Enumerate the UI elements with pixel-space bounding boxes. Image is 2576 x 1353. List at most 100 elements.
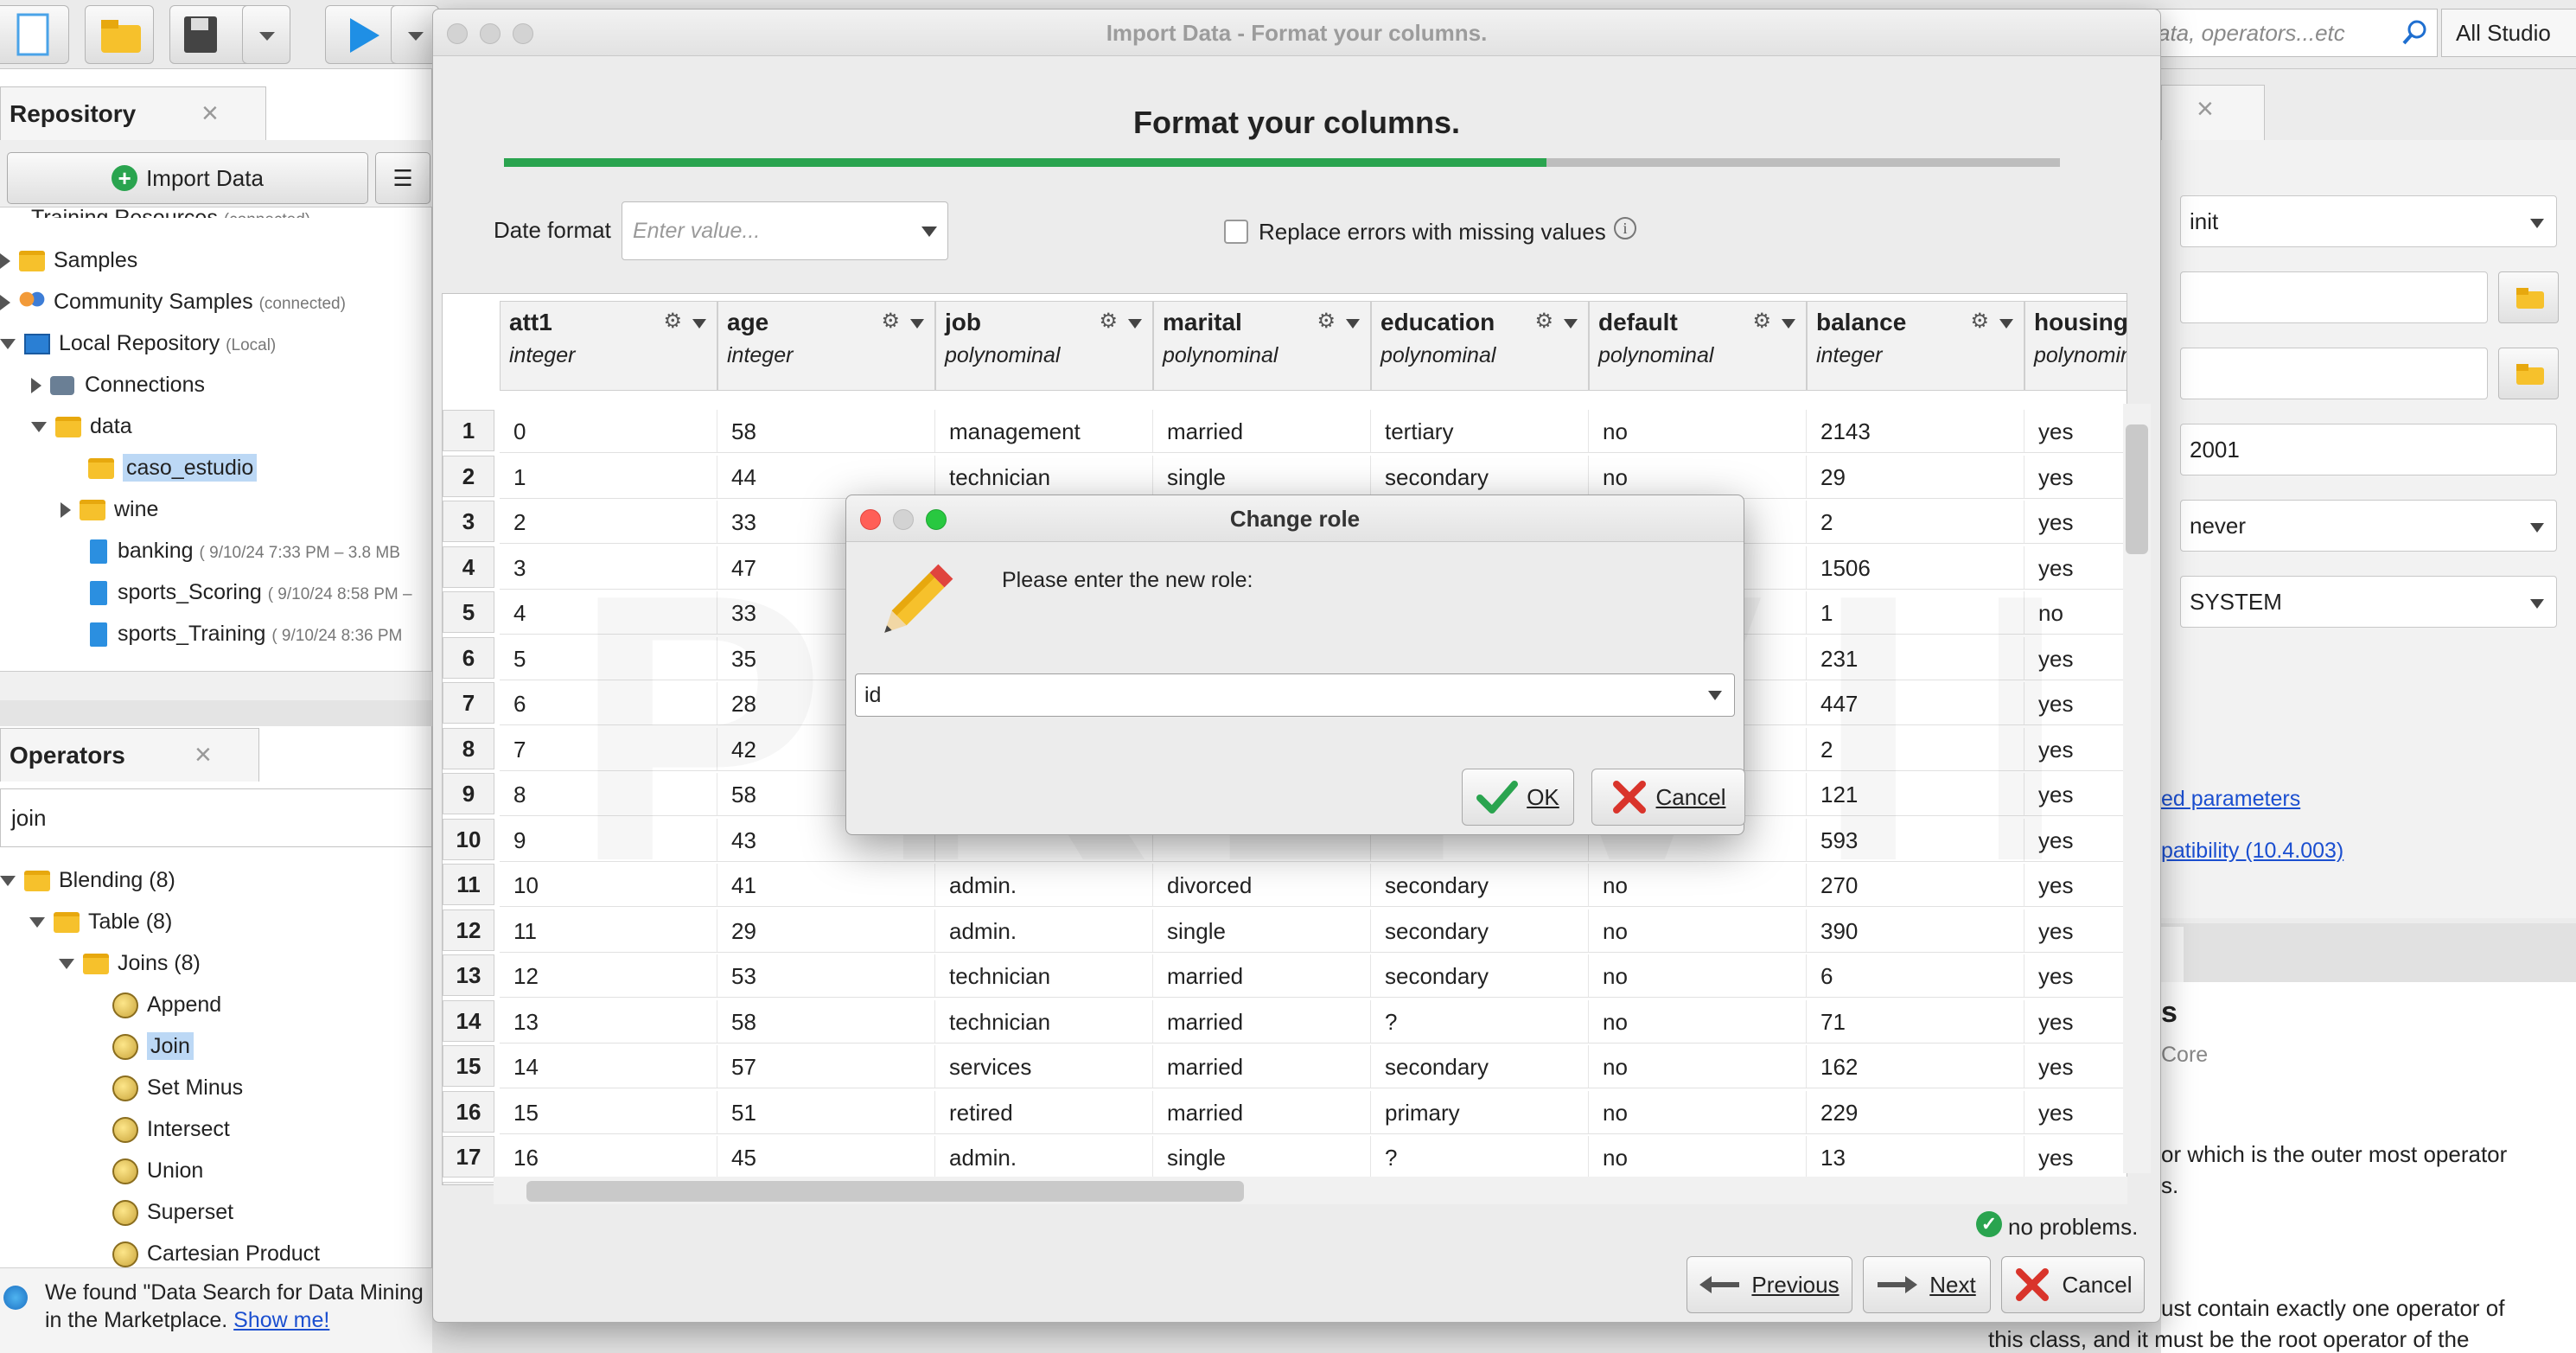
column-header[interactable]: housingpolynominal⚙: [2024, 301, 2126, 391]
param-field-1[interactable]: init: [2180, 195, 2557, 247]
zoom-window-button[interactable]: [926, 509, 947, 530]
repository-hscrollbar[interactable]: [0, 671, 432, 700]
chevron-down-icon[interactable]: [1999, 319, 2013, 329]
repo-item-samples[interactable]: Samples: [0, 239, 137, 281]
collapse-icon[interactable]: [0, 339, 16, 350]
operator-group-table[interactable]: Table (8): [29, 901, 172, 942]
operator-intersect[interactable]: Intersect: [112, 1108, 230, 1150]
repository-menu-button[interactable]: ☰: [375, 152, 430, 204]
expand-icon[interactable]: [0, 295, 10, 311]
replace-errors-checkbox[interactable]: [1224, 220, 1248, 244]
gear-icon[interactable]: ⚙: [1970, 309, 1989, 334]
browse-button[interactable]: [2498, 271, 2559, 323]
repo-item-data[interactable]: data: [31, 405, 132, 447]
operator-set-minus[interactable]: Set Minus: [112, 1067, 243, 1108]
new-process-button[interactable]: [0, 5, 69, 64]
tab-operators[interactable]: Operators ×: [0, 728, 259, 782]
operator-append[interactable]: Append: [112, 984, 221, 1025]
date-format-combobox[interactable]: Enter value...: [622, 201, 948, 260]
tab-repository[interactable]: Repository ×: [0, 86, 266, 140]
chevron-down-icon[interactable]: [921, 227, 937, 237]
param-field-4[interactable]: 2001: [2180, 424, 2557, 475]
gear-icon[interactable]: ⚙: [1534, 309, 1553, 334]
collapse-icon[interactable]: [31, 422, 47, 433]
repo-item-sports-training[interactable]: sports_Training ( 9/10/24 8:36 PM: [90, 613, 402, 657]
repo-item-local[interactable]: Local Repository (Local): [0, 322, 276, 367]
repo-item-community[interactable]: Community Samples (connected): [0, 281, 346, 325]
operator-group-joins[interactable]: Joins (8): [59, 942, 201, 984]
column-header[interactable]: job polynominal ⚙: [935, 301, 1153, 391]
minimize-window-button[interactable]: [480, 23, 501, 44]
repo-item-connections[interactable]: Connections: [31, 364, 205, 405]
chevron-down-icon[interactable]: [1708, 691, 1722, 700]
tab-help[interactable]: [2161, 927, 2184, 982]
column-type: polynominal: [1598, 343, 1714, 367]
zoom-window-button[interactable]: [513, 23, 533, 44]
save-menu-button[interactable]: [242, 5, 290, 64]
gear-icon[interactable]: ⚙: [663, 309, 682, 334]
chevron-down-icon[interactable]: [1128, 319, 1142, 329]
info-icon[interactable]: i: [1614, 217, 1636, 239]
horizontal-scroll-thumb[interactable]: [526, 1181, 1244, 1202]
gear-icon[interactable]: ⚙: [1752, 309, 1771, 334]
minimize-window-button[interactable]: [893, 509, 914, 530]
column-header[interactable]: education polynominal ⚙: [1371, 301, 1589, 391]
close-icon[interactable]: ×: [194, 738, 212, 772]
next-button[interactable]: Next: [1863, 1256, 1991, 1313]
close-icon[interactable]: ×: [2197, 93, 2214, 126]
close-icon[interactable]: ×: [201, 97, 219, 131]
operator-group-blending[interactable]: Blending (8): [0, 859, 175, 901]
tab-parameters[interactable]: ×: [2161, 85, 2265, 140]
close-window-button[interactable]: [447, 23, 468, 44]
vertical-scroll-thumb[interactable]: [2126, 424, 2148, 554]
operator-join[interactable]: Join: [112, 1025, 194, 1067]
show-me-link[interactable]: Show me!: [233, 1308, 329, 1332]
collapse-icon[interactable]: [29, 917, 45, 929]
previous-button[interactable]: Previous: [1687, 1256, 1852, 1313]
column-header[interactable]: age integer ⚙: [717, 301, 935, 391]
param-field-5[interactable]: never: [2180, 500, 2557, 552]
collapse-icon[interactable]: [0, 876, 16, 887]
chevron-down-icon[interactable]: [1346, 319, 1360, 329]
gear-icon[interactable]: ⚙: [881, 309, 900, 334]
cancel-role-button[interactable]: Cancel: [1591, 769, 1745, 826]
cancel-button[interactable]: Cancel: [2001, 1256, 2145, 1313]
gear-icon[interactable]: ⚙: [1099, 309, 1118, 334]
import-data-button[interactable]: + Import Data: [7, 152, 368, 204]
open-button[interactable]: [85, 5, 154, 64]
operator-union[interactable]: Union: [112, 1150, 203, 1191]
repo-item-sports-scoring[interactable]: sports_Scoring ( 9/10/24 8:58 PM –: [90, 571, 412, 616]
search-icon[interactable]: [2400, 17, 2431, 48]
param-field-6[interactable]: SYSTEM: [2180, 576, 2557, 628]
column-header[interactable]: marital polynominal ⚙: [1153, 301, 1371, 391]
repo-item-wine[interactable]: wine: [61, 488, 158, 530]
column-header[interactable]: att1 integer ⚙: [500, 301, 717, 391]
expand-icon[interactable]: [31, 378, 41, 394]
repo-item-caso-estudio[interactable]: caso_estudio: [88, 447, 258, 488]
collapse-icon[interactable]: [59, 959, 74, 970]
browse-button[interactable]: [2498, 348, 2559, 399]
repo-item-training[interactable]: Training Resources (connected): [31, 197, 310, 218]
compatibility-link[interactable]: patibility (10.4.003): [2161, 839, 2343, 864]
gear-icon[interactable]: ⚙: [1317, 309, 1336, 334]
expand-icon[interactable]: [0, 253, 10, 270]
chevron-down-icon[interactable]: [692, 319, 706, 329]
row-number: 11: [443, 864, 494, 905]
operator-superset[interactable]: Superset: [112, 1191, 233, 1233]
table-cell: no: [1589, 1136, 1807, 1179]
expand-icon[interactable]: [61, 502, 71, 519]
repo-item-banking[interactable]: banking ( 9/10/24 7:33 PM – 3.8 MB: [90, 530, 400, 574]
column-header[interactable]: balance integer ⚙: [1807, 301, 2024, 391]
close-window-button[interactable]: [860, 509, 881, 530]
column-header[interactable]: default polynominal ⚙: [1589, 301, 1807, 391]
param-field-3[interactable]: [2180, 348, 2488, 399]
chevron-down-icon[interactable]: [1782, 319, 1795, 329]
chevron-down-icon[interactable]: [910, 319, 924, 329]
param-field-2[interactable]: [2180, 271, 2488, 323]
operator-search-input[interactable]: join: [0, 788, 432, 847]
ok-button[interactable]: OK: [1462, 769, 1574, 826]
role-combobox[interactable]: id: [855, 673, 1735, 717]
advanced-parameters-link[interactable]: ed parameters: [2161, 787, 2300, 812]
chevron-down-icon[interactable]: [1564, 319, 1578, 329]
search-scope-dropdown[interactable]: All Studio: [2441, 9, 2576, 57]
